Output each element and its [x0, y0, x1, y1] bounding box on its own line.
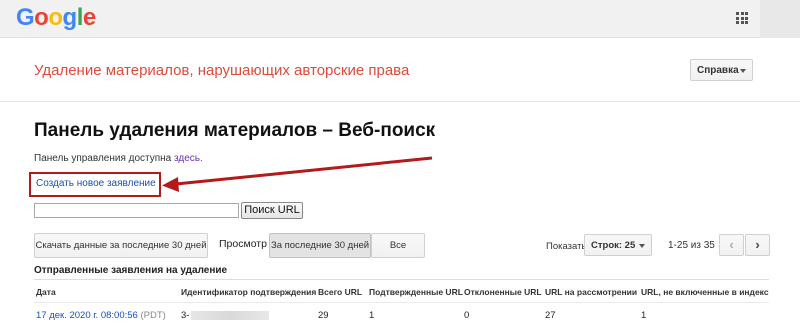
apps-grid-icon[interactable]	[736, 12, 748, 24]
chevron-left-icon: ‹	[729, 237, 734, 252]
cell-rejected: 0	[464, 310, 470, 321]
top-bar: Google	[0, 0, 800, 38]
download-30-days-button[interactable]: Скачать данные за последние 30 дней	[34, 233, 208, 258]
chevron-down-icon	[639, 244, 645, 248]
url-search-input[interactable]	[34, 203, 239, 218]
logo-letter: o	[48, 4, 63, 31]
chevron-down-icon	[740, 69, 746, 73]
url-search-button[interactable]: Поиск URL	[241, 202, 303, 219]
logo-letter: e	[82, 4, 96, 31]
claim-date-link[interactable]: 17 дек. 2020 г. 08:00:56	[36, 310, 138, 321]
product-header: Удаление материалов, нарушающих авторски…	[0, 38, 800, 102]
chevron-right-icon: ›	[755, 237, 760, 252]
dashboard-note: Панель управления доступна здесь.	[34, 153, 203, 164]
logo-letter: o	[34, 4, 49, 31]
table-caption: Отправленные заявления на удаление	[34, 265, 228, 276]
rows-per-page-dropdown[interactable]: Строк: 25	[584, 234, 652, 256]
cell-total: 29	[318, 310, 329, 321]
dashboard-text: Панель управления доступна	[34, 153, 175, 164]
column-header-date[interactable]: Дата	[36, 287, 56, 297]
help-dropdown[interactable]: Справка	[690, 59, 753, 81]
dashboard-link[interactable]: здесь.	[174, 153, 203, 164]
filter-all-button[interactable]: Все	[371, 233, 425, 258]
show-label: Показать	[546, 241, 587, 252]
confirmation-id: 3-	[181, 310, 190, 321]
redacted-id	[191, 310, 270, 320]
cell-id: 3-	[181, 310, 270, 321]
product-title: Удаление материалов, нарушающих авторски…	[34, 62, 410, 79]
column-header-not-indexed[interactable]: URL, не включенные в индекс	[641, 287, 769, 297]
pagination-range: 1-25 из 35	[668, 240, 715, 251]
timezone: (PDT)	[140, 310, 166, 321]
page-title: Панель удаления материалов – Веб-поиск	[34, 120, 436, 141]
rows-per-page-label: Строк: 25	[591, 240, 636, 251]
divider	[34, 279, 769, 280]
column-header-pending[interactable]: URL на рассмотрении	[545, 287, 637, 297]
new-claim-link[interactable]: Создать новое заявление	[36, 178, 156, 189]
google-logo[interactable]: Google	[16, 4, 96, 32]
view-label: Просмотр	[219, 238, 267, 250]
column-header-id[interactable]: Идентификатор подтверждения	[181, 287, 316, 297]
cell-date: 17 дек. 2020 г. 08:00:56 (PDT)	[36, 310, 166, 321]
cell-confirmed: 1	[369, 310, 375, 321]
prev-page-button[interactable]: ‹	[719, 234, 744, 256]
column-header-confirmed[interactable]: Подтвержденные URL	[369, 287, 463, 297]
divider	[34, 302, 769, 303]
filter-last-30-days-button[interactable]: За последние 30 дней	[269, 233, 371, 258]
column-header-rejected[interactable]: Отклоненные URL	[464, 287, 542, 297]
cell-not-indexed: 1	[641, 310, 647, 321]
column-header-total[interactable]: Всего URL	[318, 287, 362, 297]
next-page-button[interactable]: ›	[745, 234, 770, 256]
help-dropdown-label: Справка	[697, 65, 739, 76]
avatar[interactable]	[760, 0, 800, 38]
logo-letter: G	[16, 4, 35, 31]
logo-letter: g	[62, 4, 78, 31]
cell-pending: 27	[545, 310, 556, 321]
